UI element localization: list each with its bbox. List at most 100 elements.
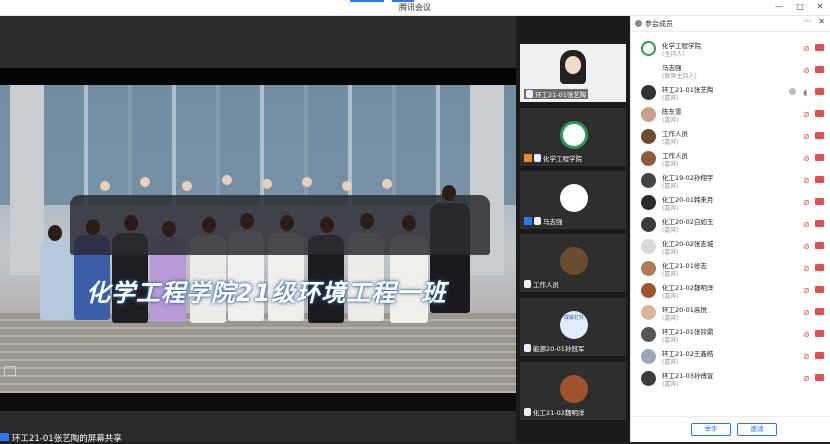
school-logo-icon [560,121,588,149]
tile-name-label: 环工21-01张艺陶 [524,89,589,99]
avatar: 成就打扑 [560,311,588,339]
mic-muted-icon[interactable]: ⊘ [803,374,810,383]
participant-row[interactable]: 陈东雪 (嘉宾) ⊘ [631,104,830,126]
camera-off-icon[interactable] [815,132,824,139]
stage-letterbox-top [0,68,516,85]
mic-muted-icon[interactable]: ⊘ [803,176,810,185]
close-panel-button[interactable]: ✕ [818,17,825,26]
mic-muted-icon[interactable]: ⊘ [803,66,810,75]
video-tile[interactable]: 工作人员 [520,234,626,292]
camera-off-icon[interactable] [815,44,824,51]
panel-footer: 举手 邀请 [631,416,830,442]
participant-row[interactable]: 环工21-01张艺陶 (嘉宾) ◖ [631,82,830,104]
face [182,181,192,191]
minimize-button[interactable]: — [772,2,786,11]
avatar [560,375,588,403]
fullscreen-icon[interactable] [4,366,16,376]
camera-off-icon[interactable] [815,352,824,359]
camera-off-icon[interactable] [815,220,824,227]
cohost-badge-icon [524,217,532,225]
camera-off-icon[interactable] [815,330,824,337]
close-button[interactable]: ✕ [813,2,827,11]
camera-off-icon[interactable] [815,264,824,271]
participant-row[interactable]: 环工21-02王鑫皓 (嘉宾) ⊘ [631,346,830,368]
tile-name: 环工21-01张艺陶 [535,91,587,99]
more-options-button[interactable]: ··· [803,17,811,26]
avatar [641,41,656,56]
participant-row[interactable]: 化学工程学院 (主持人) ⊘ [631,38,830,60]
mic-muted-icon[interactable]: ⊘ [803,198,810,207]
participant-role: (嘉宾) [662,161,679,168]
camera-off-icon[interactable] [815,198,824,205]
camera-off-icon[interactable] [815,66,824,73]
mic-muted-icon[interactable]: ⊘ [803,132,810,141]
screen-share-text: 环工21-01张艺陶的屏幕共享 [12,434,122,444]
participant-row[interactable]: 化工20-02张志城 (嘉宾) ⊘ [631,236,830,258]
mic-icon[interactable]: ◖ [803,88,807,97]
group-photo: 化学工程学院21级环境工程一班 [0,85,516,393]
face [342,181,352,191]
mic-muted-icon[interactable]: ⊘ [803,330,810,339]
participant-role: (嘉宾) [662,315,679,322]
mic-muted-icon[interactable]: ⊘ [803,286,810,295]
participant-row[interactable]: 工作人员 (嘉宾) ⊘ [631,126,830,148]
restore-button[interactable]: □ [793,2,807,11]
participant-row[interactable]: 工作人员 (嘉宾) ⊘ [631,148,830,170]
face [100,181,110,191]
mic-muted-icon[interactable]: ⊘ [803,44,810,53]
mic-muted-icon[interactable]: ⊘ [803,242,810,251]
title-bar: 腾讯会议 — □ ✕ [0,0,830,16]
mic-muted-icon[interactable]: ⊘ [803,352,810,361]
video-tile[interactable]: 马志强 [520,171,626,229]
participant-row[interactable]: 环工20-01高悦 (嘉宾) ⊘ [631,302,830,324]
mic-muted-icon[interactable]: ⊘ [803,154,810,163]
participant-row[interactable]: 化工20-01韩来月 (嘉宾) ⊘ [631,192,830,214]
panel-header: 参会成员 ··· ✕ [631,16,830,32]
mic-icon [526,90,533,98]
mic-muted-icon[interactable]: ⊘ [803,220,810,229]
video-tiles-column: 环工21-01张艺陶 化学工程学院 马志强 工作人员 成就打扑 能源20-01孙… [516,16,630,442]
camera-off-icon[interactable] [815,176,824,183]
camera-off-icon[interactable] [815,154,824,161]
participant-row[interactable]: 环工21-03孙傅宣 (嘉宾) ⊘ [631,368,830,390]
building-background [0,85,516,205]
mic-icon [524,280,531,288]
avatar [641,217,656,232]
video-tile[interactable]: 化学工程学院 [520,108,626,166]
tile-name: 能源20-01孙冠军 [533,345,585,353]
camera-off-icon[interactable] [815,286,824,293]
raise-hand-button[interactable]: 举手 [691,423,731,436]
camera-off-icon[interactable] [815,374,824,381]
participant-row[interactable]: 化工21-02魏明洋 (嘉宾) ⊘ [631,280,830,302]
participant-row[interactable]: 环工21-01张铃鼎 (嘉宾) ⊘ [631,324,830,346]
camera-off-icon[interactable] [815,308,824,315]
participant-row[interactable]: 化工20-02白如玉 (嘉宾) ⊘ [631,214,830,236]
tile-name-label: 化学工程学院 [524,153,582,163]
avatar [641,371,656,386]
camera-off-icon[interactable] [815,88,824,95]
participant-row[interactable]: 马志强 (联席主持人) ⊘ [631,60,830,82]
participant-row[interactable]: 化工19-02孙翔宇 (嘉宾) ⊘ [631,170,830,192]
mic-muted-icon[interactable]: ⊘ [803,264,810,273]
mic-muted-icon[interactable]: ⊘ [803,308,810,317]
invite-button[interactable]: 邀请 [737,423,777,436]
tile-name-label: 能源20-01孙冠军 [524,343,584,353]
tile-name: 化工21-02魏明洋 [533,409,585,417]
participant-row[interactable]: 化工21-01修志 (嘉宾) ⊘ [631,258,830,280]
video-tile[interactable]: 环工21-01张艺陶 [520,44,626,102]
person-head [360,213,374,229]
mic-muted-icon[interactable]: ⊘ [803,110,810,119]
camera-off-icon[interactable] [815,110,824,117]
avatar [641,107,656,122]
shared-screen-area[interactable]: 化学工程学院21级环境工程一班 环工21-01张艺陶的屏幕共享 [0,16,516,444]
participant-role: (嘉宾) [662,381,679,388]
person-head [402,215,416,231]
person-head [48,225,62,241]
camera-off-icon[interactable] [815,242,824,249]
participant-role: (嘉宾) [662,271,679,278]
person-head [240,213,254,229]
person [40,240,74,320]
video-tile[interactable]: 成就打扑 能源20-01孙冠军 [520,298,626,356]
video-tile[interactable]: 化工21-02魏明洋 [520,362,626,420]
face [382,179,392,189]
